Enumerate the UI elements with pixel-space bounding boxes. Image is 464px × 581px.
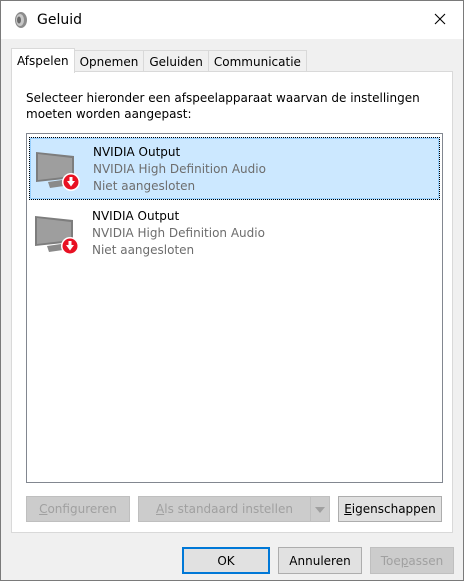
set-default-dropdown[interactable] bbox=[310, 496, 330, 522]
device-description: NVIDIA High Definition Audio bbox=[92, 226, 265, 240]
tab-communicatie[interactable]: Communicatie bbox=[207, 50, 307, 73]
playback-device-list[interactable]: NVIDIA Output NVIDIA High Definition Aud… bbox=[26, 133, 443, 483]
device-item[interactable]: NVIDIA Output NVIDIA High Definition Aud… bbox=[29, 202, 440, 265]
device-name: NVIDIA Output bbox=[92, 209, 180, 223]
set-default-button[interactable]: Als standaard instellen bbox=[138, 496, 311, 522]
tab-strip: Afspelen Opnemen Geluiden Communicatie bbox=[11, 48, 307, 73]
apply-button[interactable]: Toe p assen bbox=[370, 547, 454, 574]
disconnected-icon bbox=[62, 173, 80, 191]
tab-afspelen[interactable]: Afspelen bbox=[11, 48, 75, 73]
close-icon bbox=[434, 13, 446, 28]
chevron-down-icon bbox=[315, 502, 325, 516]
sound-dialog: Geluid Afspelen Opnemen Geluiden Communi… bbox=[0, 0, 464, 581]
monitor-icon bbox=[34, 148, 82, 194]
monitor-icon bbox=[33, 212, 81, 258]
window-title: Geluid bbox=[37, 12, 83, 28]
close-button[interactable] bbox=[417, 1, 463, 39]
device-description: NVIDIA High Definition Audio bbox=[93, 162, 266, 176]
instruction-text: Selecteer hieronder een afspeelapparaat … bbox=[26, 91, 420, 121]
ok-button[interactable]: OK bbox=[182, 547, 270, 574]
device-status: Niet aangesloten bbox=[92, 243, 195, 257]
device-status: Niet aangesloten bbox=[93, 179, 196, 193]
title-bar: Geluid bbox=[1, 1, 463, 39]
device-item[interactable]: NVIDIA Output NVIDIA High Definition Aud… bbox=[29, 137, 440, 200]
tab-geluiden[interactable]: Geluiden bbox=[143, 50, 209, 73]
properties-button[interactable]: Eigenschappen bbox=[338, 496, 442, 522]
cancel-button[interactable]: Annuleren bbox=[278, 547, 362, 574]
tab-panel-afspelen: Selecteer hieronder een afspeelapparaat … bbox=[11, 71, 453, 533]
device-name: NVIDIA Output bbox=[93, 145, 181, 159]
speaker-icon bbox=[11, 11, 29, 29]
configure-button[interactable]: Configureren bbox=[26, 496, 130, 522]
tab-opnemen[interactable]: Opnemen bbox=[73, 50, 145, 73]
disconnected-icon bbox=[61, 237, 79, 255]
